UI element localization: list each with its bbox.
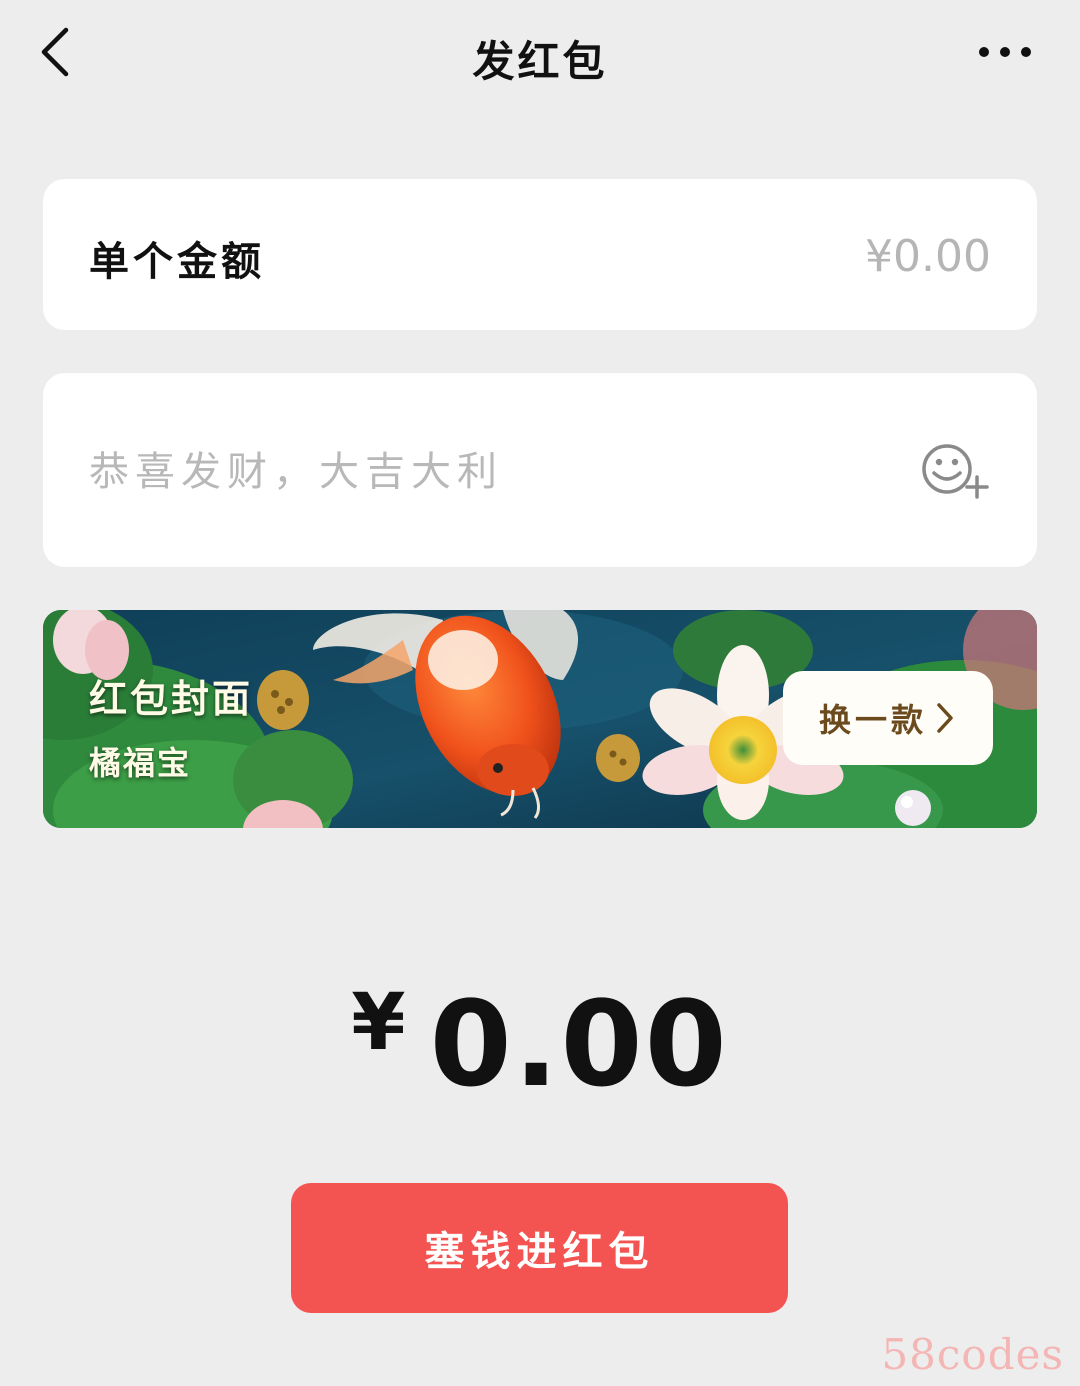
total-currency: ¥ <box>351 978 406 1068</box>
amount-input[interactable] <box>689 227 993 285</box>
total-value: 0.00 <box>429 975 729 1113</box>
amount-card: 单个金额 <box>43 179 1037 330</box>
amount-label: 单个金额 <box>89 239 265 285</box>
page-title: 发红包 <box>472 37 608 86</box>
emoji-add-icon <box>922 444 989 499</box>
cover-title: 红包封面 <box>89 677 254 721</box>
total-amount: ¥0.00 <box>0 975 1080 1113</box>
greeting-card <box>43 373 1037 567</box>
change-cover-label: 换一款 <box>818 701 927 739</box>
change-cover-button[interactable]: 换一款 <box>783 671 993 765</box>
chevron-right-icon <box>937 703 953 733</box>
submit-red-packet-button[interactable]: 塞钱进红包 <box>291 1183 788 1313</box>
navigation-bar: 发红包 <box>0 0 1080 110</box>
emoji-button[interactable] <box>919 441 993 501</box>
watermark: 58codes <box>881 1330 1064 1379</box>
more-dots-icon <box>979 47 1031 57</box>
cover-name: 橘福宝 <box>89 744 192 782</box>
greeting-input[interactable] <box>87 441 851 503</box>
red-packet-cover[interactable]: 红包封面 橘福宝 换一款 <box>43 610 1037 828</box>
more-button[interactable] <box>970 30 1040 74</box>
